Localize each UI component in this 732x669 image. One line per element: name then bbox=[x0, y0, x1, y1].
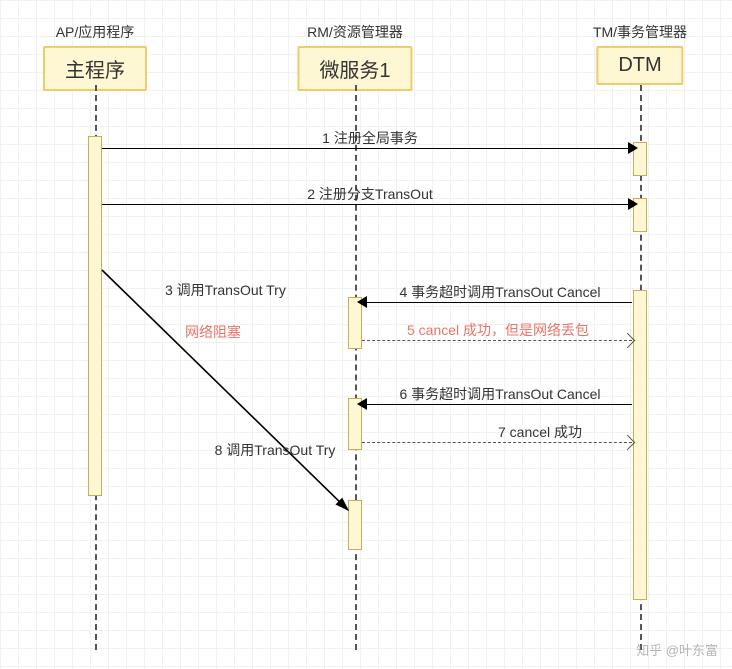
msg3-label: 3 调用TransOut Try bbox=[165, 280, 286, 300]
msg7-label: 7 cancel 成功 bbox=[498, 422, 582, 442]
net-block-label: 网络阻塞 bbox=[185, 322, 241, 342]
msg8-label: 8 调用TransOut Try bbox=[215, 440, 336, 460]
msg1-label: 1 注册全局事务 bbox=[322, 128, 418, 148]
msg2-label: 2 注册分支TransOut bbox=[307, 184, 433, 204]
msg1-arrow bbox=[628, 142, 638, 154]
msg3-line bbox=[0, 0, 732, 669]
msg4-label: 4 事务超时调用TransOut Cancel bbox=[400, 282, 601, 302]
msg7-line bbox=[362, 442, 632, 443]
msg5-label: 5 cancel 成功，但是网络丢包 bbox=[407, 320, 589, 340]
role-label-ap: AP/应用程序 bbox=[56, 22, 135, 42]
actor-tm: DTM bbox=[596, 46, 683, 85]
msg4-arrow bbox=[357, 296, 367, 308]
msg1-line bbox=[102, 148, 632, 149]
msg2-arrow bbox=[628, 198, 638, 210]
role-label-rm: RM/资源管理器 bbox=[307, 22, 403, 42]
msg4-line bbox=[362, 302, 632, 303]
msg6-line bbox=[362, 404, 632, 405]
msg2-line bbox=[102, 204, 632, 205]
sequence-diagram: AP/应用程序 RM/资源管理器 TM/事务管理器 主程序 微服务1 DTM 1… bbox=[0, 0, 732, 669]
lifeline-rm bbox=[355, 85, 357, 650]
activation-ap bbox=[88, 136, 102, 496]
msg6-arrow bbox=[357, 398, 367, 410]
msg5-line bbox=[362, 340, 632, 341]
msg6-label: 6 事务超时调用TransOut Cancel bbox=[400, 384, 601, 404]
role-label-tm: TM/事务管理器 bbox=[593, 22, 687, 42]
watermark: 知乎 @叶东富 bbox=[636, 640, 718, 659]
activation-tm-main bbox=[633, 290, 647, 600]
activation-rm-3 bbox=[348, 500, 362, 550]
